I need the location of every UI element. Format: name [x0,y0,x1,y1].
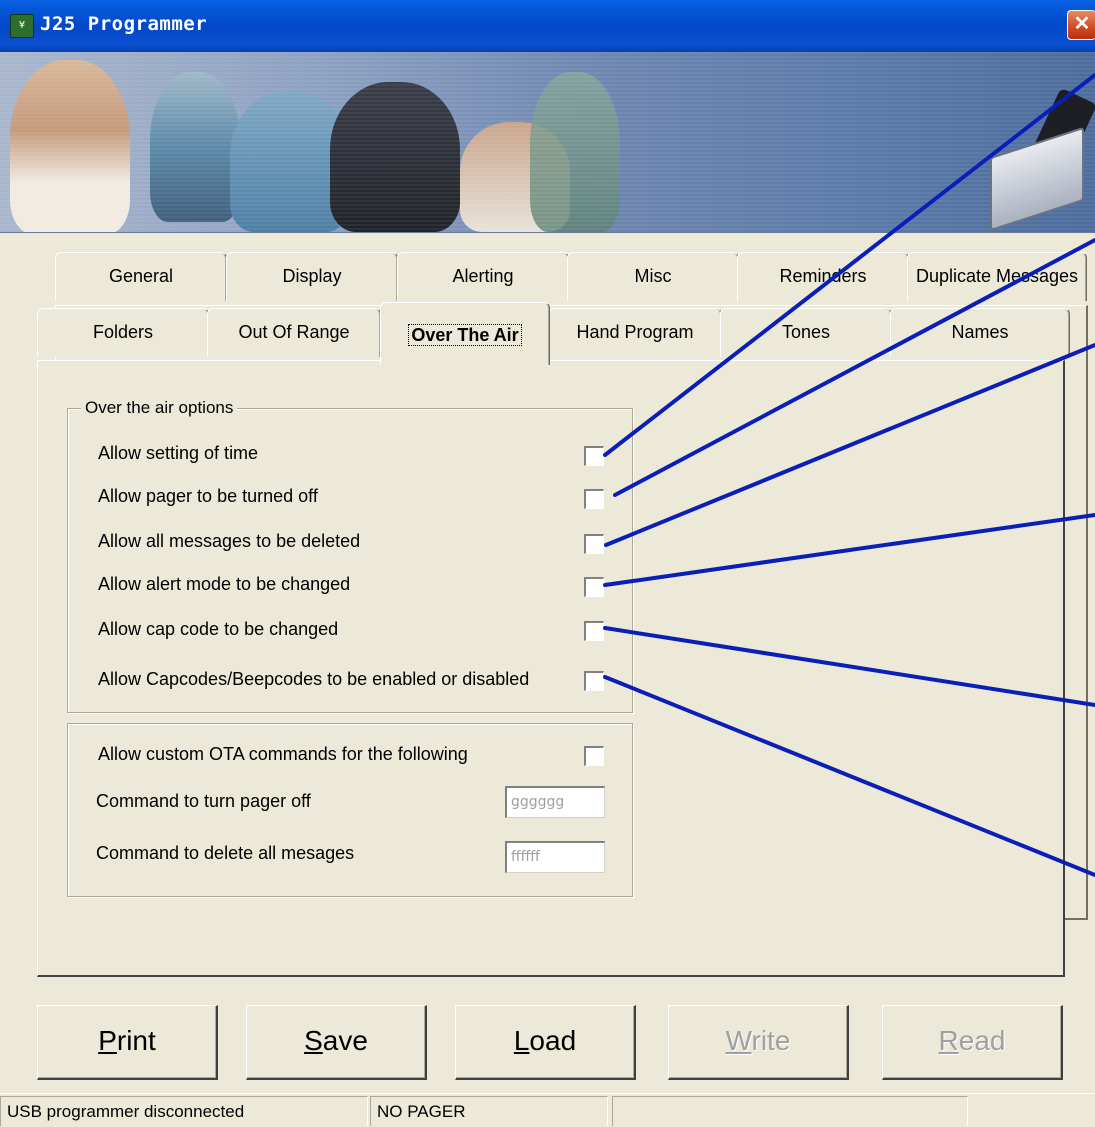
allow-pager-off-checkbox[interactable] [584,489,604,509]
option-label: Allow setting of time [98,443,259,463]
app-icon: ¥ [10,14,34,38]
write-button[interactable]: Write [668,1005,849,1080]
custom-ota-label: Allow custom OTA commands for the follow… [98,744,468,764]
custom-ota-group: Allow custom OTA commands for the follow… [67,723,633,897]
option-label: Allow alert mode to be changed [98,574,351,594]
load-button[interactable]: Load [455,1005,636,1080]
option-label: Allow pager to be turned off [98,486,318,506]
option-label: Allow Capcodes/Beepcodes to be enabled o… [98,669,530,689]
allow-alert-mode-checkbox[interactable] [584,577,604,597]
delete-command-label: Command to delete all mesages [96,843,355,863]
allow-setting-time-checkbox[interactable] [584,446,604,466]
tab-general[interactable]: General [55,252,227,301]
allow-capcodes-enable-checkbox[interactable] [584,671,604,691]
status-bar: USB programmer disconnected NO PAGER [0,1093,1095,1126]
close-icon: ✕ [1073,13,1091,35]
title-bar[interactable]: ¥ J25 Programmer ✕ [0,0,1095,52]
option-label: Allow all messages to be deleted [98,531,361,551]
option-label: Allow cap code to be changed [98,619,339,639]
ota-options-legend: Over the air options [81,398,238,418]
tab-display[interactable]: Display [226,252,398,301]
tab-tones[interactable]: Tones [720,308,892,357]
tab-misc[interactable]: Misc [567,252,739,301]
allow-cap-code-checkbox[interactable] [584,621,604,641]
allow-delete-messages-checkbox[interactable] [584,534,604,554]
print-button[interactable]: Print [37,1005,218,1080]
header-banner-image [0,52,1095,233]
tab-out-of-range[interactable]: Out Of Range [207,308,381,357]
tab-duplicate-messages[interactable]: Duplicate Messages [907,252,1087,301]
ota-options-group: Over the air options Allow setting of ti… [67,398,633,713]
window-title: J25 Programmer [40,13,208,35]
delete-command-input[interactable]: ffffff [505,841,605,873]
status-connection: USB programmer disconnected [0,1096,368,1126]
status-pager: NO PAGER [370,1096,608,1126]
tab-reminders[interactable]: Reminders [737,252,909,301]
tab-folders[interactable]: Folders [37,308,209,357]
pager-off-command-label: Command to turn pager off [96,791,311,811]
save-button[interactable]: Save [246,1005,427,1080]
tab-alerting[interactable]: Alerting [397,252,569,301]
pager-off-command-input[interactable]: gggggg [505,786,605,818]
tab-hand-program[interactable]: Hand Program [548,308,722,357]
tab-names[interactable]: Names [890,308,1070,357]
custom-ota-checkbox[interactable] [584,746,604,766]
over-the-air-panel: Over the air options Allow setting of ti… [37,360,1065,977]
status-extra [612,1096,968,1126]
read-button[interactable]: Read [882,1005,1063,1080]
close-button[interactable]: ✕ [1067,10,1095,40]
tab-over-the-air[interactable]: Over The Air [380,302,550,365]
